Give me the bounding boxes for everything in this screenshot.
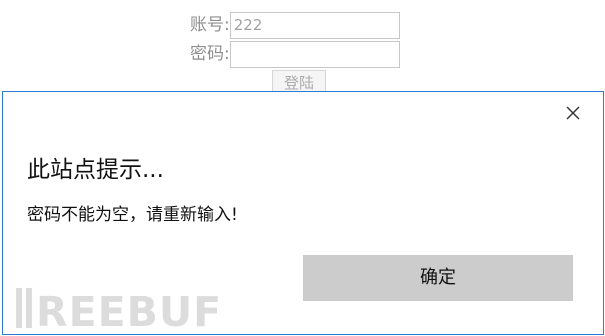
ok-button[interactable]: 确定 — [303, 255, 573, 301]
dialog-message: 密码不能为空，请重新输入! — [27, 205, 238, 225]
account-input[interactable] — [229, 11, 400, 39]
password-row: 密码: — [190, 40, 400, 68]
freebuf-watermark: REEBUF — [16, 284, 256, 332]
password-input[interactable] — [229, 40, 400, 68]
close-button[interactable] — [559, 99, 587, 127]
login-form: 账号: 密码: 登陆 — [0, 0, 605, 96]
account-label: 账号: — [190, 15, 230, 35]
close-icon — [566, 106, 580, 120]
dialog-title: 此站点提示... — [27, 157, 164, 183]
watermark-logo: REEBUF — [16, 288, 222, 332]
password-label: 密码: — [190, 44, 230, 64]
account-row: 账号: — [190, 11, 400, 39]
svg-text:REEBUF: REEBUF — [36, 288, 222, 332]
browser-page: 账号: 密码: 登陆 此站点提示... 密码不能为空，请重新输入! 确定 REE… — [0, 0, 605, 336]
